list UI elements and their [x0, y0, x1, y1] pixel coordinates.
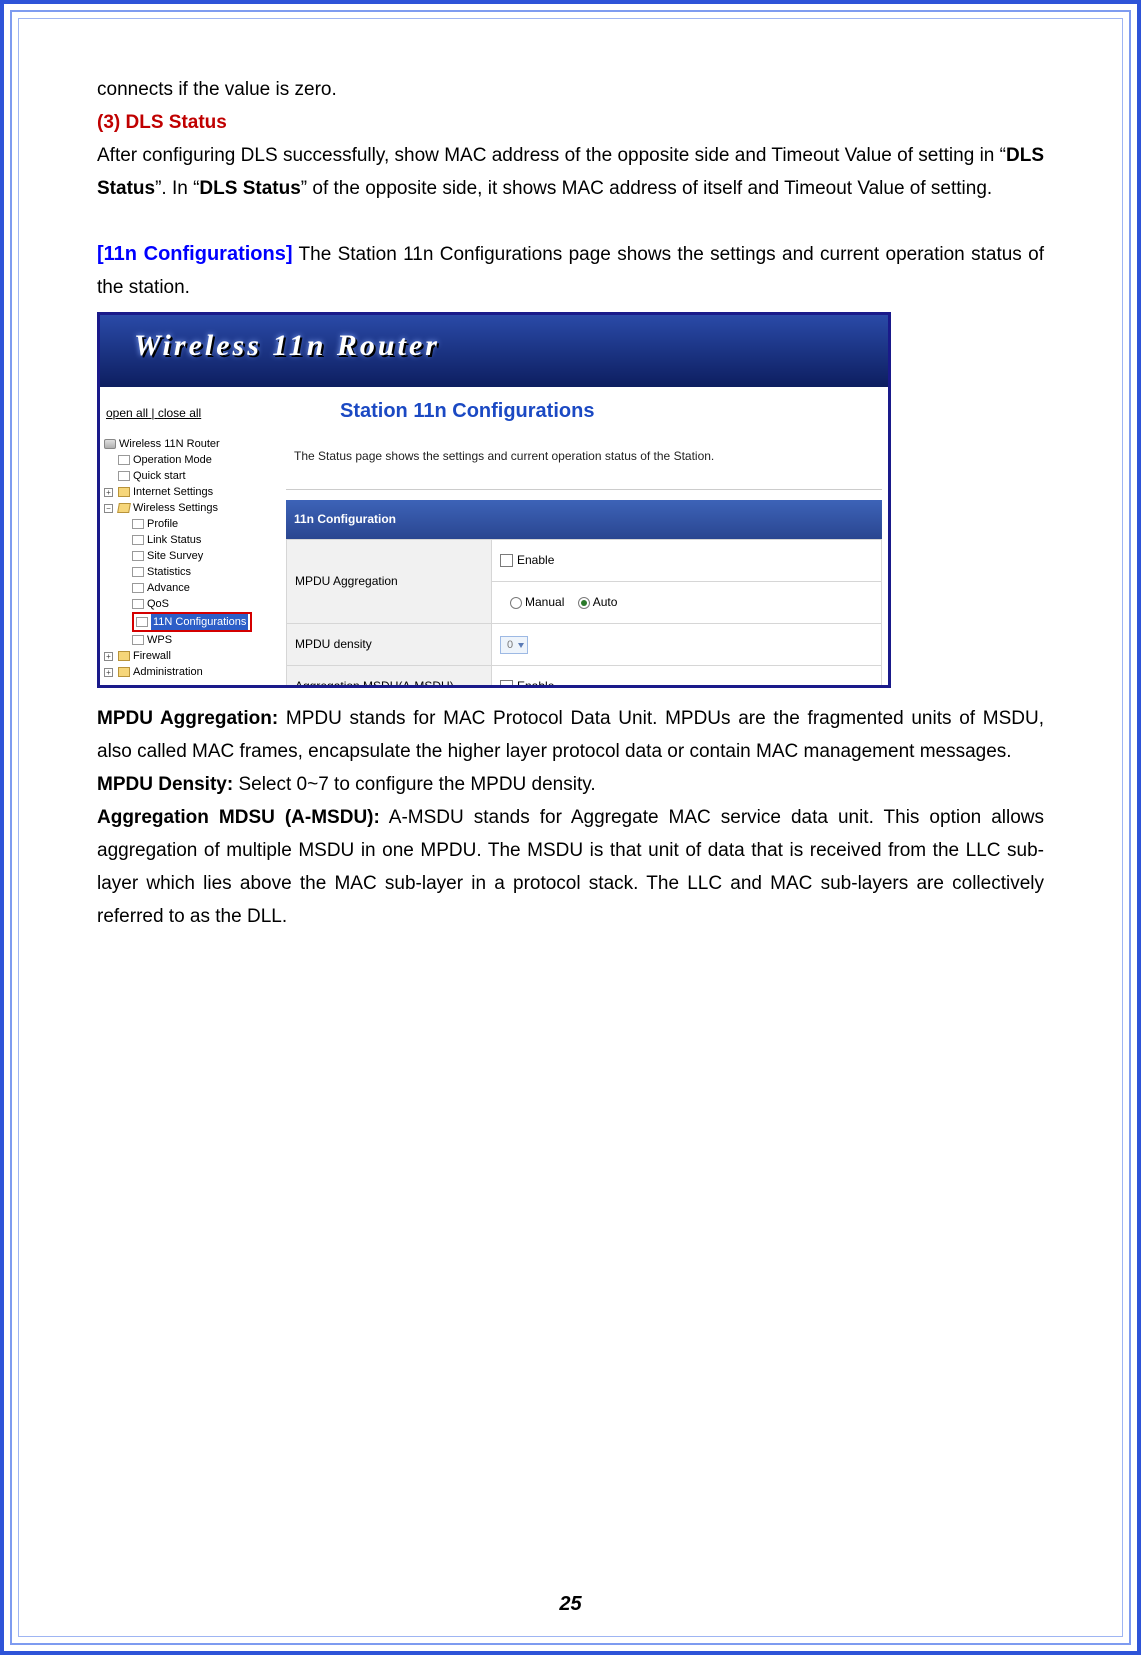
page-icon: [132, 567, 144, 577]
page-icon: [132, 519, 144, 529]
expand-icon[interactable]: +: [104, 488, 113, 497]
tree-item-statistics[interactable]: Statistics: [104, 564, 272, 580]
page-number: 25: [19, 1593, 1122, 1616]
page-icon: [132, 635, 144, 645]
paragraph: connects if the value is zero.: [97, 73, 1044, 106]
router-ui-screenshot: Wireless 11n Router open all | close all…: [97, 312, 891, 688]
text: ” of the opposite side, it shows MAC add…: [301, 178, 992, 199]
bold-text: Aggregation MDSU (A-MSDU):: [97, 807, 380, 828]
page-icon: [118, 455, 130, 465]
tree-controls: open all | close all: [104, 393, 272, 436]
tree-item-qos[interactable]: QoS: [104, 596, 272, 612]
radio-auto[interactable]: [578, 597, 590, 609]
radio-label: Auto: [593, 595, 618, 609]
page-border-mid: connects if the value is zero. (3) DLS S…: [10, 10, 1131, 1645]
text: ”. In “: [155, 178, 199, 199]
divider: [286, 489, 882, 490]
banner-title: Wireless 11n Router: [134, 329, 440, 362]
label-mpdu-density: MPDU density: [287, 624, 492, 666]
config-table: MPDU Aggregation Enable Manual Auto MP: [286, 539, 882, 688]
tree-root[interactable]: Wireless 11N Router: [104, 436, 272, 452]
text: After configuring DLS successfully, show…: [97, 145, 1006, 166]
heading-dls-status: (3) DLS Status: [97, 106, 1044, 139]
folder-icon: [118, 667, 130, 677]
checkbox-label: Enable: [517, 679, 554, 688]
main-subtitle: The Status page shows the settings and c…: [286, 434, 882, 487]
page-icon: [132, 599, 144, 609]
page-icon: [118, 471, 130, 481]
page-border-inner: connects if the value is zero. (3) DLS S…: [18, 18, 1123, 1637]
paragraph: Aggregation MDSU (A-MSDU): A-MSDU stands…: [97, 801, 1044, 933]
router-main-panel: Station 11n Configurations The Status pa…: [286, 393, 882, 688]
checkbox-mpdu-enable[interactable]: [500, 554, 513, 567]
tree-item-operation-mode[interactable]: Operation Mode: [104, 452, 272, 468]
paragraph: [11n Configurations] The Station 11n Con…: [97, 238, 1044, 304]
folder-icon: [118, 487, 130, 497]
radio-label: Manual: [525, 595, 564, 609]
tree-item-site-survey[interactable]: Site Survey: [104, 548, 272, 564]
folder-icon: [118, 651, 130, 661]
folder-open-icon: [117, 503, 131, 513]
select-mpdu-density[interactable]: 0: [500, 636, 528, 654]
checkbox-label: Enable: [517, 553, 554, 567]
expand-icon[interactable]: +: [104, 668, 113, 677]
nav-tree: Wireless 11N Router Operation Mode Quick…: [104, 436, 272, 680]
tree-item-profile[interactable]: Profile: [104, 516, 272, 532]
tree-item-link-status[interactable]: Link Status: [104, 532, 272, 548]
paragraph: MPDU Density: Select 0~7 to configure th…: [97, 768, 1044, 801]
row-mpdu-density: MPDU density 0: [287, 624, 882, 666]
tree-item-advance[interactable]: Advance: [104, 580, 272, 596]
router-sidebar: open all | close all Wireless 11N Router…: [104, 393, 272, 680]
router-icon: [104, 439, 116, 449]
tree-item-11n-configurations[interactable]: 11N Configurations: [104, 612, 272, 632]
page-border-outer: connects if the value is zero. (3) DLS S…: [0, 0, 1141, 1655]
page-icon: [132, 551, 144, 561]
cell-enable: Enable: [492, 540, 882, 582]
tree-item-internet-settings[interactable]: +Internet Settings: [104, 484, 272, 500]
heading-11n-configurations: [11n Configurations]: [97, 243, 293, 265]
page-icon: [136, 617, 148, 627]
bold-text: DLS Status: [199, 178, 300, 199]
bold-text: MPDU Density:: [97, 774, 233, 795]
main-title: Station 11n Configurations: [286, 393, 882, 434]
row-amsdu: Aggregation MSDU(A-MSDU) Enable: [287, 666, 882, 689]
expand-icon[interactable]: +: [104, 652, 113, 661]
text: Select 0~7 to configure the MPDU density…: [233, 774, 595, 795]
radio-manual[interactable]: [510, 597, 522, 609]
collapse-icon[interactable]: −: [104, 504, 113, 513]
cell-mode: Manual Auto: [492, 582, 882, 624]
selected-highlight-box: 11N Configurations: [132, 612, 252, 632]
close-all-link[interactable]: close all: [158, 406, 201, 420]
paragraph: MPDU Aggregation: MPDU stands for MAC Pr…: [97, 702, 1044, 768]
tree-item-wps[interactable]: WPS: [104, 632, 272, 648]
section-header: 11n Configuration: [286, 500, 882, 539]
page-icon: [132, 535, 144, 545]
tree-item-wireless-settings[interactable]: −Wireless Settings: [104, 500, 272, 516]
page-icon: [132, 583, 144, 593]
label-mpdu-aggregation: MPDU Aggregation: [287, 540, 492, 624]
label-amsdu: Aggregation MSDU(A-MSDU): [287, 666, 492, 689]
router-banner: Wireless 11n Router: [100, 315, 888, 387]
paragraph: After configuring DLS successfully, show…: [97, 139, 1044, 205]
open-all-link[interactable]: open all: [106, 406, 148, 420]
tree-item-administration[interactable]: +Administration: [104, 664, 272, 680]
row-mpdu-aggregation: MPDU Aggregation Enable: [287, 540, 882, 582]
bold-text: MPDU Aggregation:: [97, 708, 278, 729]
checkbox-amsdu-enable[interactable]: [500, 680, 513, 688]
tree-item-quick-start[interactable]: Quick start: [104, 468, 272, 484]
document-body: connects if the value is zero. (3) DLS S…: [19, 19, 1122, 933]
tree-item-firewall[interactable]: +Firewall: [104, 648, 272, 664]
